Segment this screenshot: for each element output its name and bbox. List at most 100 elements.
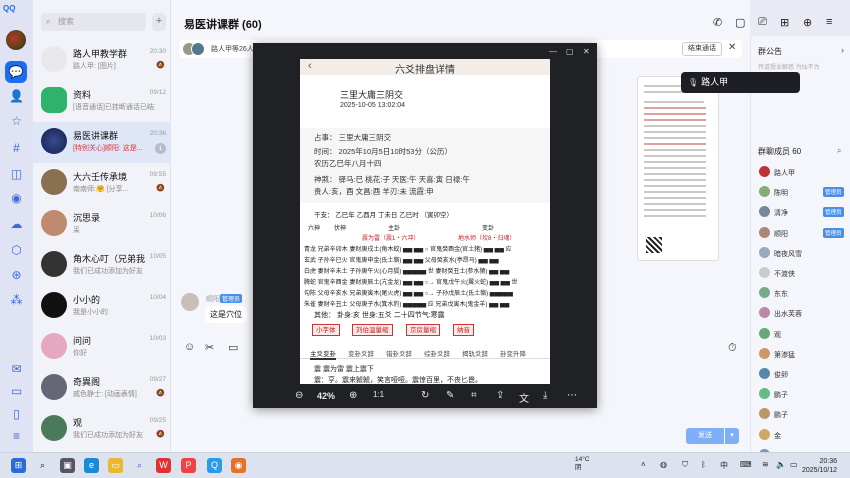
minimize-icon[interactable]: — [549, 47, 557, 56]
more-icon[interactable]: ≡ [826, 16, 832, 28]
screen-share-preview[interactable] [637, 76, 719, 261]
menu-icon[interactable]: ≡ [8, 428, 25, 445]
app-icon[interactable]: ⬡ [8, 242, 25, 259]
zoom-in-icon[interactable]: ⊕ [349, 390, 357, 401]
translate-icon[interactable]: 文 [519, 390, 529, 405]
battery-icon[interactable]: ▭ [790, 460, 798, 469]
list-item[interactable]: 观 我们已成功添加为好友 09/25 🔕 [33, 409, 171, 450]
task-view-icon[interactable]: ▣ [60, 458, 75, 473]
close-icon[interactable]: ✕ [728, 42, 736, 53]
search-icon[interactable]: ⌕ [837, 146, 841, 156]
message-bubble[interactable]: 这是穴位 [205, 306, 247, 323]
shield-icon[interactable]: ⛉ [682, 460, 688, 470]
member-item[interactable]: 不渡侠 [759, 267, 849, 280]
member-item[interactable]: 俊卵 [759, 368, 849, 381]
contacts-icon[interactable]: 👤 [8, 88, 25, 105]
keyboard-icon[interactable]: ⌨ [740, 460, 752, 469]
avatar[interactable] [181, 293, 199, 311]
clock[interactable]: 20:36 2025/10/12 [802, 457, 837, 475]
list-item[interactable]: 沉思录 呆 10/06 [33, 204, 171, 245]
compass-icon[interactable]: ◉ [8, 190, 25, 207]
channel-icon[interactable]: # [8, 140, 25, 157]
volume-icon[interactable]: 🔈 [776, 460, 786, 469]
member-item[interactable]: 东东 [759, 287, 849, 300]
history-icon[interactable]: ⏱ [728, 342, 737, 355]
phone-icon[interactable]: ✆ [713, 16, 722, 29]
yao-row: 玄武 子孙辛巳火 官鬼庚申金(氐土貉) ▅▅ ▅▅ 父母癸亥水(亭昂马) ▅▅ … [304, 258, 499, 264]
app-icon[interactable]: ◉ [231, 458, 246, 473]
member-name: 陈明 [774, 190, 788, 198]
send-options-icon[interactable]: ▾ [725, 428, 739, 444]
download-icon[interactable]: ⤓ [543, 390, 547, 401]
wps-icon[interactable]: W [156, 458, 171, 473]
video-icon[interactable]: ▢ [735, 16, 745, 29]
list-item[interactable]: 问问 你好 10/03 [33, 327, 171, 368]
member-item[interactable]: 清净 管理员 [759, 206, 849, 219]
book-icon[interactable]: ▯ [8, 406, 25, 423]
document-image: ‹ 六爻排盘详情 三里大庸三阴交 2025-10-05 13:02:04 占事：… [300, 59, 550, 384]
list-item[interactable]: 小小的 我是小小的 10/04 [33, 286, 171, 327]
end-call-button[interactable]: 结束通话 [682, 42, 722, 56]
settings-shield-icon[interactable]: ⊛ [8, 267, 25, 284]
member-item[interactable]: 出水芙蓉 [759, 307, 849, 320]
wifi-icon[interactable]: ≋ [762, 460, 769, 469]
bluetooth-icon[interactable]: ᛒ [701, 460, 706, 469]
avatar [191, 42, 205, 56]
member-item[interactable]: 鹏子 [759, 388, 849, 401]
explorer-icon[interactable]: ▭ [108, 458, 123, 473]
apps-icon[interactable]: ⊞ [780, 16, 789, 29]
member-item[interactable]: 暗夜风雪 [759, 246, 849, 260]
list-item[interactable]: 路人甲教学群 路人甲: [图片] 20:30 🔕 [33, 40, 171, 81]
search-app-icon[interactable]: ⌕ [132, 458, 147, 473]
member-item[interactable]: 第渗猛 [759, 347, 849, 361]
conversation-time: 09:55 [149, 171, 166, 178]
share-icon[interactable]: ⇪ [496, 390, 504, 401]
favorite-icon[interactable]: ☆ [8, 113, 25, 130]
rotate-icon[interactable]: ↻ [421, 390, 429, 401]
avatar [759, 166, 770, 177]
add-icon[interactable]: ⊕ [803, 16, 812, 29]
send-button[interactable]: 发送 [686, 428, 724, 444]
message-icon[interactable]: 💬 [5, 61, 27, 83]
list-item[interactable]: 大六壬传承境 南南师:🤗 [分享... 09:55 🔕 [33, 163, 171, 204]
network-icon[interactable]: ◍ [660, 460, 667, 469]
member-item[interactable]: 路人甲 [759, 166, 849, 179]
list-item[interactable]: 易医讲课群 [特别关心]顺阳: 这是... 20:36 1 [33, 122, 171, 163]
cloud-icon[interactable]: ☁ [8, 216, 25, 233]
edge-icon[interactable]: e [84, 458, 99, 473]
emoji-icon[interactable]: ☺ [184, 341, 195, 353]
search-icon[interactable]: ⌕ [35, 458, 50, 473]
actual-size-icon[interactable]: 1:1 [373, 390, 384, 399]
grid-icon[interactable]: ⁂ [8, 292, 25, 309]
start-icon[interactable]: ⊞ [11, 458, 26, 473]
list-item[interactable]: 资料 [语音通话]已挂断通话已结束 09/12 [33, 81, 171, 122]
search-input[interactable]: ⌕ 搜索 [41, 13, 146, 31]
member-item[interactable]: 顺阳 管理员 [759, 226, 849, 240]
game-icon[interactable]: ◫ [8, 166, 25, 183]
user-avatar[interactable] [6, 30, 26, 50]
close-icon[interactable]: ✕ [583, 47, 590, 56]
mail-icon[interactable]: ✉ [8, 361, 25, 378]
member-item[interactable]: 鹏子 [759, 408, 849, 421]
member-item[interactable]: 金 [759, 428, 849, 442]
chevron-up-icon[interactable]: ˄ [641, 460, 646, 469]
crop-icon[interactable]: ⌗ [471, 390, 477, 401]
maximize-icon[interactable]: ▢ [566, 47, 574, 56]
more-icon[interactable]: ⋯ [567, 390, 577, 401]
screen-share-icon[interactable]: ⎚ [758, 16, 767, 29]
member-item[interactable]: 陈明 管理员 [759, 186, 849, 199]
folder-icon[interactable]: ▭ [8, 383, 25, 400]
scissors-icon[interactable]: ✂ [205, 341, 214, 354]
member-item[interactable]: 观 [759, 327, 849, 341]
list-item[interactable]: 奇異阁 戚色静士: [动画表情] 09/27 🔕 [33, 368, 171, 409]
list-item[interactable]: 角木心叮（兄弟我... 我们已成功添加为好友 10/05 [33, 245, 171, 286]
ime-indicator[interactable]: 中 [720, 460, 728, 471]
folder-icon[interactable]: ▭ [228, 341, 238, 354]
qq-icon[interactable]: Q [207, 458, 222, 473]
edit-icon[interactable]: ✎ [446, 390, 454, 401]
add-button[interactable]: + [152, 13, 166, 31]
zoom-out-icon[interactable]: ⊖ [295, 390, 303, 401]
chevron-right-icon[interactable]: › [841, 45, 844, 55]
weather-widget[interactable]: 14°C 阴 [575, 456, 590, 472]
pdf-icon[interactable]: P [181, 458, 196, 473]
